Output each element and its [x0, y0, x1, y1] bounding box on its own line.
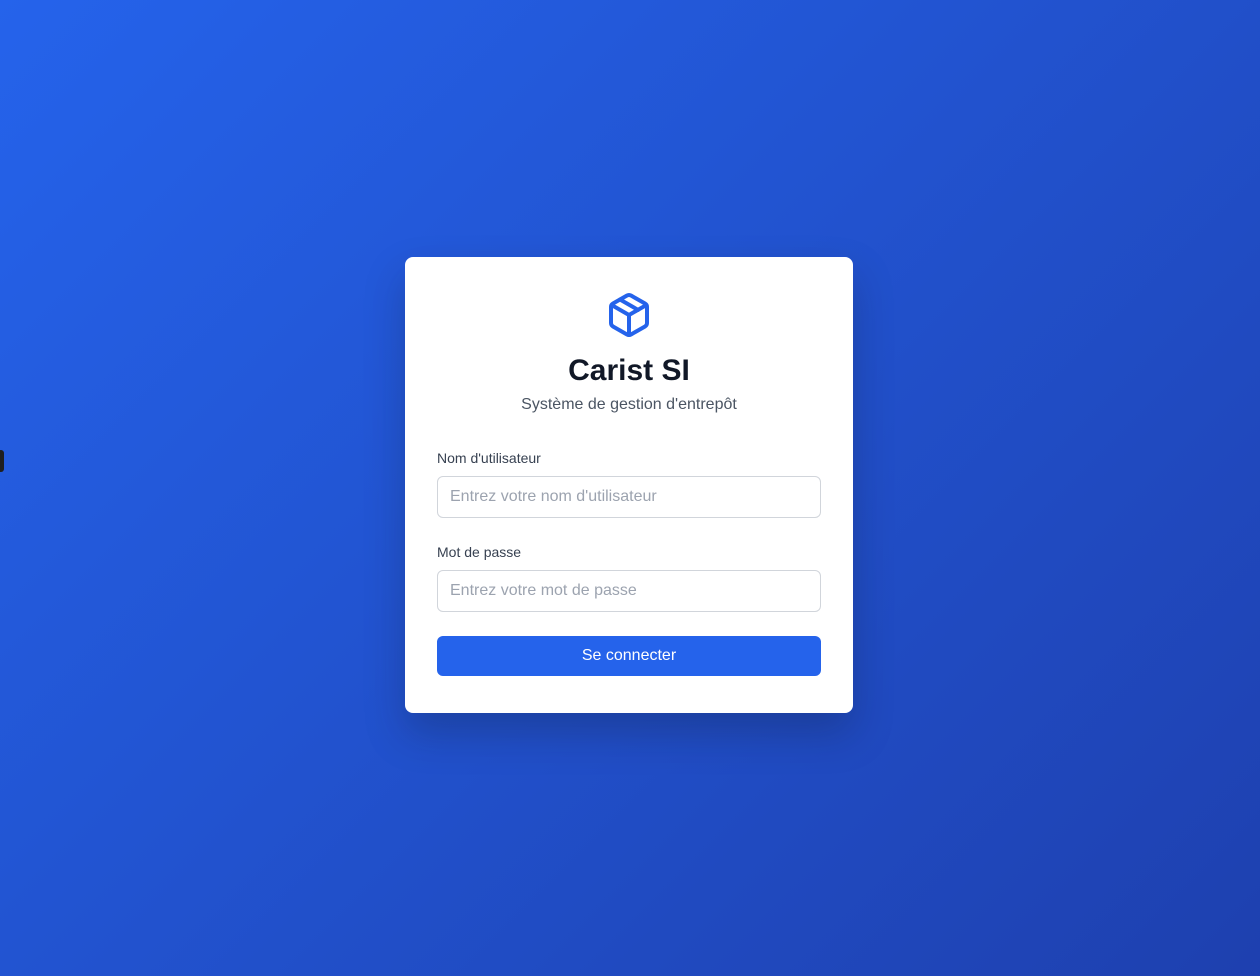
username-input[interactable] — [437, 476, 821, 518]
password-field-group: Mot de passe — [437, 542, 821, 612]
login-page: { "app": { "logo_icon": "package-box-ico… — [0, 0, 1260, 976]
app-title: Carist SI — [568, 354, 690, 387]
username-label: Nom d'utilisateur — [437, 450, 541, 466]
login-button[interactable]: Se connecter — [437, 636, 821, 676]
app-subtitle: Système de gestion d'entrepôt — [521, 396, 737, 413]
login-card: Carist SI Système de gestion d'entrepôt … — [405, 257, 853, 713]
edge-handle — [0, 450, 4, 472]
username-field-group: Nom d'utilisateur — [437, 448, 821, 518]
logo — [437, 291, 821, 339]
package-box-icon — [609, 293, 649, 337]
password-input[interactable] — [437, 570, 821, 612]
password-label: Mot de passe — [437, 544, 522, 560]
